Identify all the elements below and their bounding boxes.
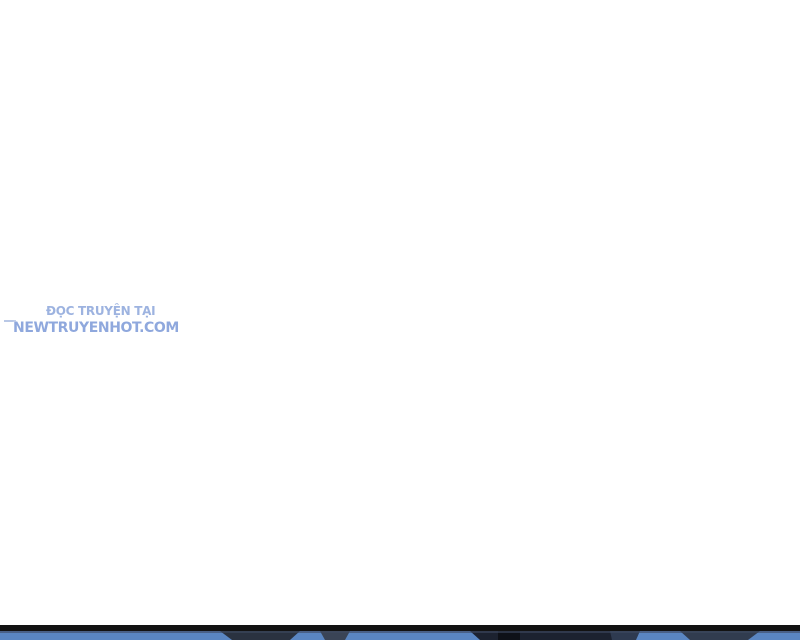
shadow-line <box>0 631 800 633</box>
watermark-tagline: ĐỌC TRUYỆN TẠI <box>46 304 156 318</box>
next-panel-edge <box>0 625 800 640</box>
site-watermark: ĐỌC TRUYỆN TẠI NEWTRUYENHOT.COM <box>0 302 200 342</box>
watermark-site-name: NEWTRUYENHOT.COM <box>13 320 179 336</box>
comic-page: ĐỌC TRUYỆN TẠI NEWTRUYENHOT.COM <box>0 0 800 640</box>
panel-artwork <box>0 631 800 640</box>
